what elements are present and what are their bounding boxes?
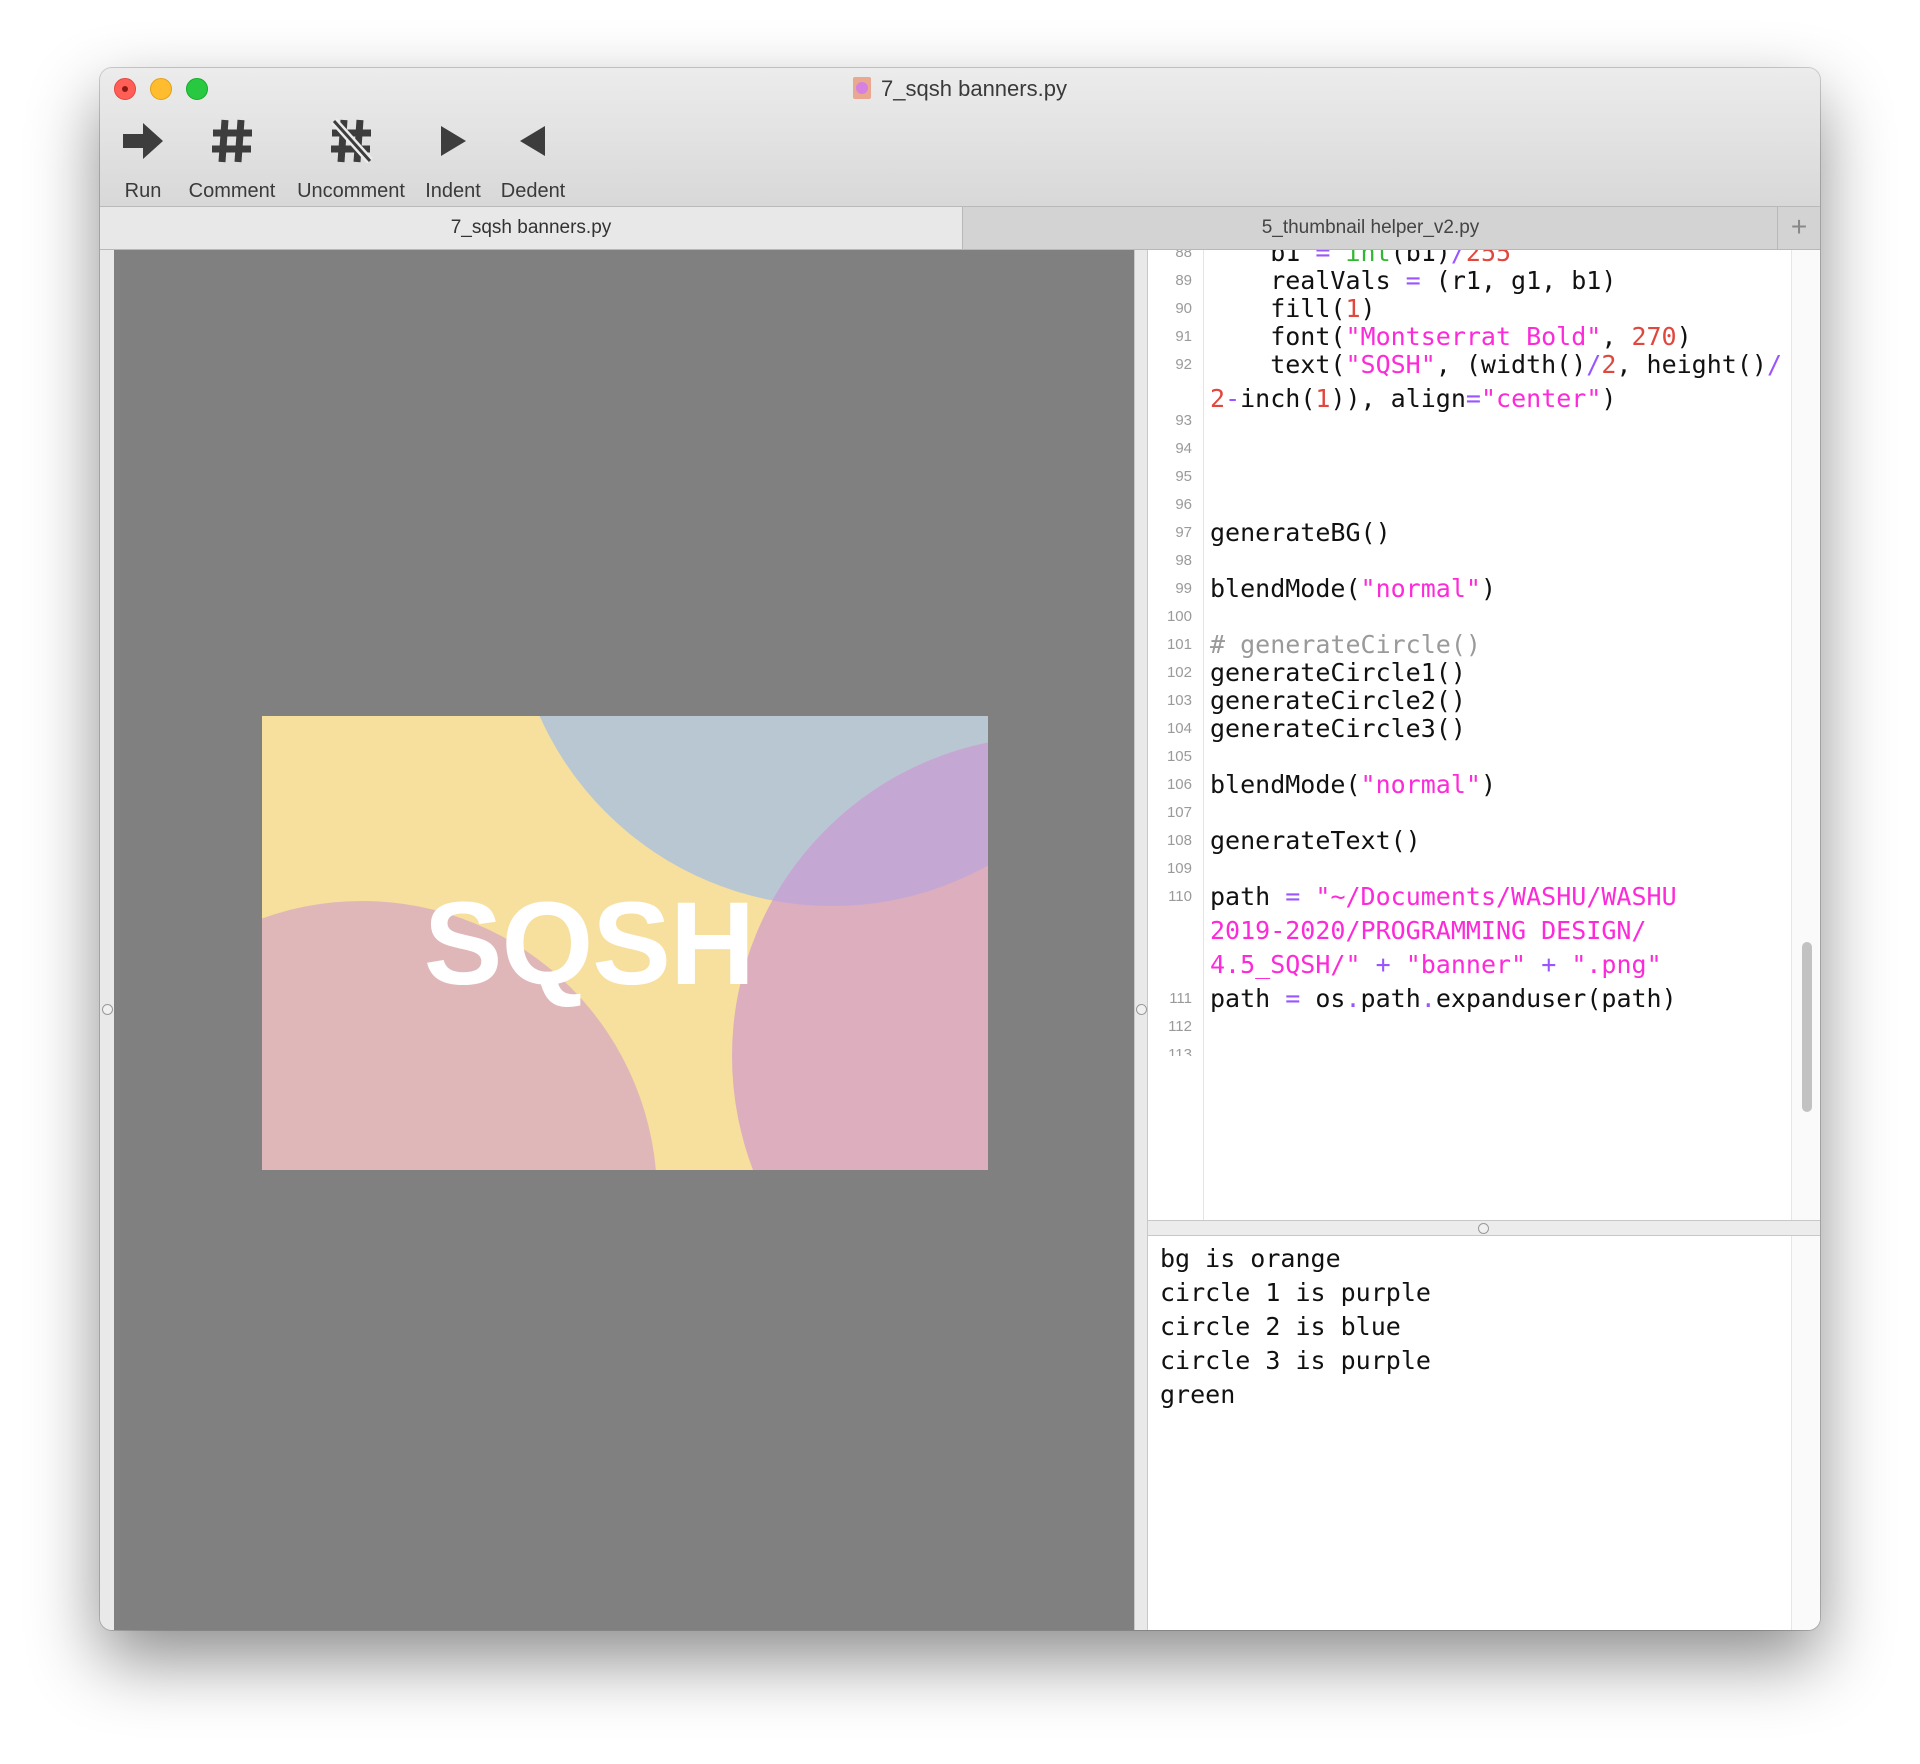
code-line-110-wrap-2: 4.5_SQSH/" + "banner" + ".png": [1210, 950, 1662, 979]
console-line: circle 2 is blue: [1160, 1312, 1401, 1341]
hash-icon: [184, 116, 280, 166]
add-tab-button[interactable]: +: [1777, 207, 1820, 249]
code-line-110: path = "~/Documents/WASHU/WASHU: [1210, 882, 1677, 911]
line-number: 94: [1175, 440, 1192, 457]
line-number: 88: [1175, 250, 1192, 261]
line-number: 107: [1166, 804, 1192, 821]
code-line-97: generateBG(): [1210, 518, 1391, 547]
console-line: circle 1 is purple: [1160, 1278, 1431, 1307]
line-number: 92: [1175, 356, 1192, 373]
code-line-92: text("SQSH", (width()/2, height()/: [1210, 350, 1782, 379]
line-number: 96: [1175, 496, 1192, 513]
console-line: green: [1160, 1380, 1236, 1409]
left-splitter[interactable]: [100, 250, 115, 1630]
canvas-preview: SQSH: [114, 250, 1134, 1630]
app-window: 7_sqsh banners.py Run Comment Uncomment …: [100, 68, 1820, 1630]
line-number: 111: [1169, 990, 1192, 1007]
vertical-splitter[interactable]: [1134, 250, 1148, 1630]
line-number: 95: [1175, 468, 1192, 485]
comment-button[interactable]: Comment: [184, 116, 280, 203]
line-number: 97: [1175, 524, 1192, 541]
code-line-104: generateCircle3(): [1210, 714, 1466, 743]
editor-scroll-thumb[interactable]: [1802, 942, 1812, 1112]
vertical-splitter-handle[interactable]: [1136, 1004, 1147, 1015]
horizontal-splitter-handle[interactable]: [1478, 1223, 1489, 1234]
line-number: 103: [1166, 692, 1192, 709]
code-editor[interactable]: 88 b1 = int(b1)/255 89 realVals = (r1, g…: [1148, 250, 1820, 1220]
hash-slash-icon: [292, 116, 410, 166]
code-line-99: blendMode("normal"): [1210, 574, 1496, 603]
tab-sqsh-banners[interactable]: 7_sqsh banners.py: [100, 207, 962, 249]
run-label: Run: [124, 180, 162, 202]
line-number: 108: [1166, 832, 1192, 849]
python-file-icon: [853, 77, 872, 99]
line-number: 112: [1168, 1018, 1192, 1035]
line-number: 106: [1166, 776, 1192, 793]
code-line-111: path = os.path.expanduser(path): [1210, 984, 1677, 1013]
code-line-92-wrap: 2-inch(1)), align="center"): [1210, 384, 1617, 413]
line-number: 104: [1166, 720, 1192, 737]
left-splitter-handle[interactable]: [102, 1004, 113, 1015]
code-line-108: generateText(): [1210, 826, 1421, 855]
line-number: 89: [1175, 272, 1192, 289]
uncomment-button[interactable]: Uncomment: [292, 116, 410, 203]
line-number: 102: [1166, 664, 1192, 681]
tab-thumbnail-helper[interactable]: 5_thumbnail helper_v2.py: [962, 207, 1778, 249]
dedent-label: Dedent: [500, 180, 566, 202]
line-number: 101: [1166, 636, 1192, 653]
banner-title-text: SQSH: [423, 878, 755, 1010]
editor-scrollbar[interactable]: [1791, 250, 1820, 1220]
run-arrow-icon: [114, 116, 172, 166]
comment-label: Comment: [188, 180, 276, 202]
code-line-110-wrap-1: 2019-2020/PROGRAMMING DESIGN/: [1210, 916, 1647, 945]
horizontal-splitter[interactable]: [1148, 1220, 1820, 1236]
line-number: 93: [1175, 412, 1192, 429]
dedent-button[interactable]: Dedent: [496, 116, 570, 203]
uncomment-label: Uncomment: [297, 180, 405, 202]
title-bar: 7_sqsh banners.py Run Comment Uncomment …: [100, 68, 1820, 207]
console-line: bg is orange: [1160, 1244, 1341, 1273]
console-scrollbar[interactable]: [1791, 1236, 1820, 1630]
output-console[interactable]: bg is orange circle 1 is purple circle 2…: [1148, 1236, 1820, 1630]
window-title: 7_sqsh banners.py: [100, 76, 1820, 102]
line-number: 100: [1166, 608, 1192, 625]
run-button[interactable]: Run: [114, 116, 172, 203]
line-number: 91: [1175, 328, 1192, 345]
line-number: 105: [1166, 748, 1192, 765]
line-number: 110: [1168, 888, 1192, 905]
line-number: 113: [1168, 1046, 1192, 1056]
tab-bar: 7_sqsh banners.py 5_thumbnail helper_v2.…: [100, 207, 1820, 250]
line-number: 99: [1175, 580, 1192, 597]
indent-triangle-icon: [418, 116, 488, 166]
window-title-text: 7_sqsh banners.py: [881, 76, 1067, 101]
code-line-106: blendMode("normal"): [1210, 770, 1496, 799]
line-number: 109: [1166, 860, 1192, 877]
dedent-triangle-icon: [496, 116, 570, 166]
line-number: 98: [1175, 552, 1192, 569]
banner-preview: SQSH: [262, 716, 988, 1170]
indent-button[interactable]: Indent: [418, 116, 488, 203]
console-line: circle 3 is purple: [1160, 1346, 1431, 1375]
indent-label: Indent: [425, 180, 481, 202]
line-number: 90: [1175, 300, 1192, 317]
